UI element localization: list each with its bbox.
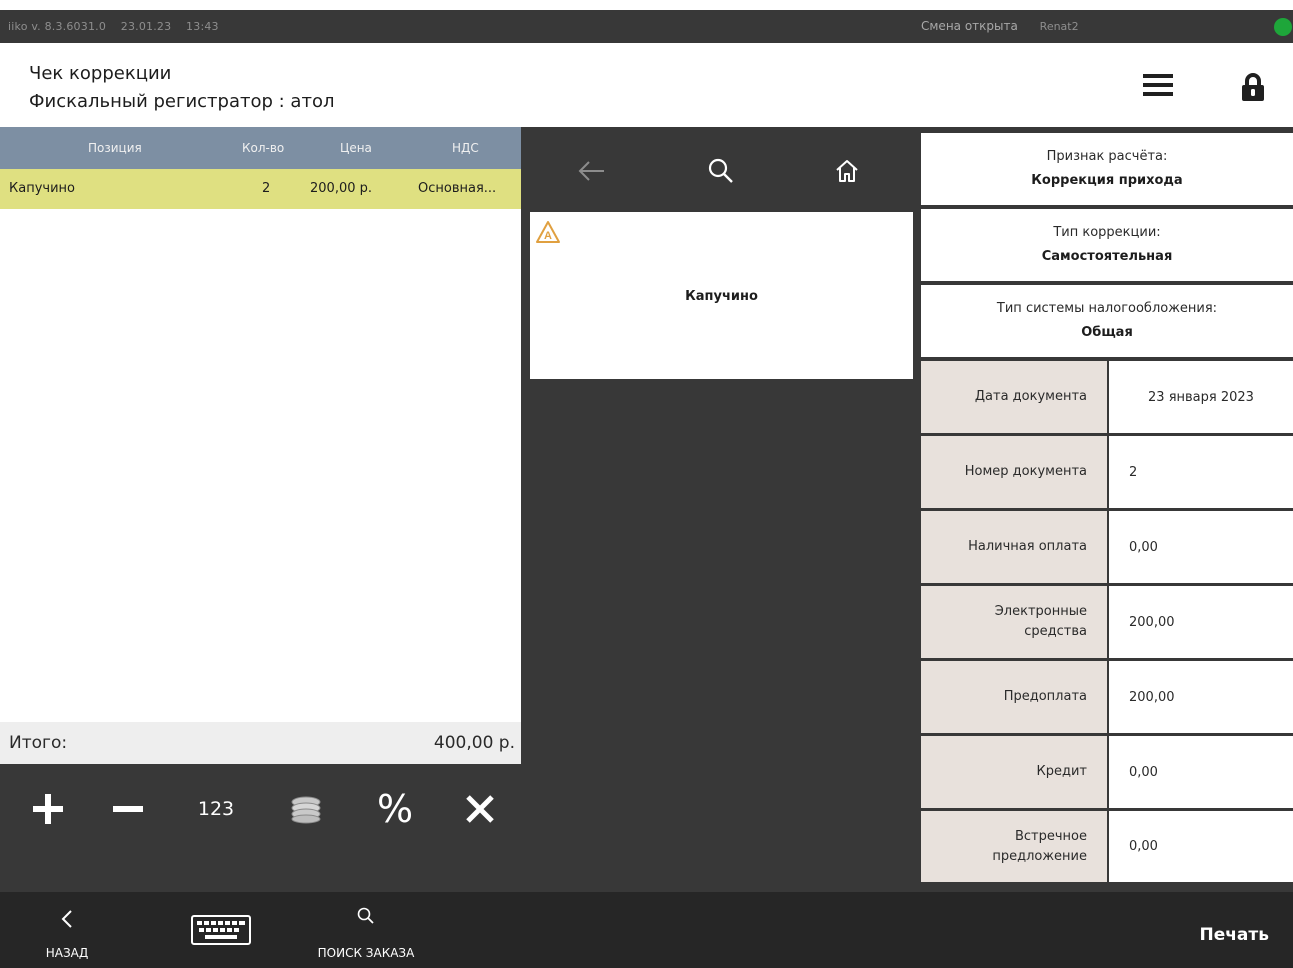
page-title: Чек коррекции	[29, 63, 172, 84]
field-value[interactable]: 0,00	[1109, 811, 1293, 882]
back-label: НАЗАД	[45, 946, 89, 960]
back-button[interactable]: НАЗАД	[30, 892, 104, 968]
remove-button[interactable]	[104, 788, 152, 830]
svg-text:A: A	[544, 230, 552, 242]
field-label: Номер документа	[921, 436, 1107, 508]
product-tile-label: Капучино	[685, 289, 758, 304]
calc-sign-box[interactable]: Признак расчёта: Коррекция прихода	[921, 133, 1293, 205]
col-qty: Кол-во	[242, 141, 285, 155]
discount-button[interactable]: %	[370, 787, 420, 831]
product-panel: A Капучино	[521, 127, 921, 892]
correction-type-value: Самостоятельная	[1041, 249, 1173, 264]
field-value[interactable]: 2	[1109, 436, 1293, 508]
product-tile[interactable]: A Капучино	[530, 212, 913, 379]
field-document-number[interactable]: Номер документа 2	[921, 436, 1293, 508]
home-icon[interactable]	[825, 149, 869, 193]
chevron-left-icon	[61, 910, 72, 928]
col-position: Позиция	[88, 141, 142, 155]
keyboard-icon[interactable]	[188, 892, 254, 968]
product-nav	[521, 127, 921, 212]
page-subtitle: Фискальный регистратор : атол	[29, 91, 335, 112]
status-time: 13:43	[186, 20, 219, 33]
field-document-date[interactable]: Дата документа 23 января 2023	[921, 361, 1293, 433]
calc-sign-label: Признак расчёта:	[1046, 149, 1168, 164]
search-order-label: ПОИСК ЗАКАЗА	[317, 946, 415, 960]
fiscal-panel: Признак расчёта: Коррекция прихода Тип к…	[921, 127, 1293, 892]
order-tools: 123 %	[0, 764, 521, 892]
status-bar: iiko v. 8.3.6031.0 23.01.23 13:43 Смена …	[0, 10, 1293, 784]
app-version: iiko v. 8.3.6031.0	[8, 20, 107, 33]
status-info: iiko v. 8.3.6031.0 23.01.23 13:43	[8, 20, 230, 33]
coins-icon[interactable]	[284, 788, 328, 830]
col-price: Цена	[340, 141, 372, 155]
tax-system-value: Общая	[1081, 325, 1133, 340]
field-prepayment[interactable]: Предоплата 200,00	[921, 661, 1293, 733]
table-row[interactable]: Капучино 2 200,00 р. Основная...	[0, 169, 521, 209]
order-table-header: Позиция Кол-во Цена НДС	[0, 127, 521, 169]
field-value[interactable]: 0,00	[1109, 511, 1293, 583]
print-button[interactable]: Печать	[1199, 925, 1269, 945]
col-vat: НДС	[452, 141, 479, 155]
correction-type-label: Тип коррекции:	[1053, 225, 1161, 240]
row-qty: 2	[262, 181, 271, 196]
status-date: 23.01.23	[120, 20, 172, 33]
field-label: Предоплата	[921, 661, 1107, 733]
field-value[interactable]: 200,00	[1109, 586, 1293, 658]
search-order-button[interactable]: ПОИСК ЗАКАЗА	[304, 892, 428, 968]
tax-system-box[interactable]: Тип системы налогообложения: Общая	[921, 285, 1293, 357]
search-icon[interactable]	[699, 149, 743, 193]
total-value: 400,00 р.	[433, 733, 515, 753]
warning-a-icon: A	[535, 220, 561, 244]
numeric-button[interactable]: 123	[186, 788, 246, 830]
page-header: Чек коррекции Фискальный регистратор : а…	[0, 43, 1293, 127]
arrow-left-icon[interactable]	[569, 149, 613, 193]
field-label: Кредит	[921, 736, 1107, 808]
current-user[interactable]: Renat2	[1040, 20, 1079, 33]
field-value[interactable]: 0,00	[1109, 736, 1293, 808]
field-counter-offer[interactable]: Встречное предложение 0,00	[921, 811, 1293, 882]
total-label: Итого:	[9, 733, 68, 753]
field-value[interactable]: 200,00	[1109, 661, 1293, 733]
hamburger-icon[interactable]	[1143, 74, 1173, 98]
close-icon[interactable]	[458, 788, 502, 830]
search-icon	[357, 907, 374, 924]
correction-type-box[interactable]: Тип коррекции: Самостоятельная	[921, 209, 1293, 281]
shift-status: Смена открыта	[921, 19, 1018, 33]
bottom-bar: НАЗАД ПОИСК ЗАКАЗА Печать	[0, 892, 1293, 968]
calc-sign-value: Коррекция прихода	[1031, 173, 1183, 188]
field-label: Встречное предложение	[921, 811, 1107, 882]
row-position: Капучино	[9, 181, 75, 196]
field-label: Электронные средства	[921, 586, 1107, 658]
add-button[interactable]	[26, 788, 70, 830]
order-panel: Позиция Кол-во Цена НДС Капучино 2 200,0…	[0, 127, 521, 892]
row-vat: Основная...	[418, 181, 497, 196]
field-credit[interactable]: Кредит 0,00	[921, 736, 1293, 808]
lock-icon[interactable]	[1239, 72, 1267, 102]
field-value[interactable]: 23 января 2023	[1109, 361, 1293, 433]
field-label: Дата документа	[921, 361, 1107, 433]
field-cash-payment[interactable]: Наличная оплата 0,00	[921, 511, 1293, 583]
online-indicator-icon	[1274, 18, 1292, 36]
row-price: 200,00 р.	[310, 181, 373, 196]
field-label: Наличная оплата	[921, 511, 1107, 583]
field-electronic-payment[interactable]: Электронные средства 200,00	[921, 586, 1293, 658]
order-total: Итого: 400,00 р.	[0, 722, 521, 764]
tax-system-label: Тип системы налогообложения:	[996, 301, 1218, 316]
